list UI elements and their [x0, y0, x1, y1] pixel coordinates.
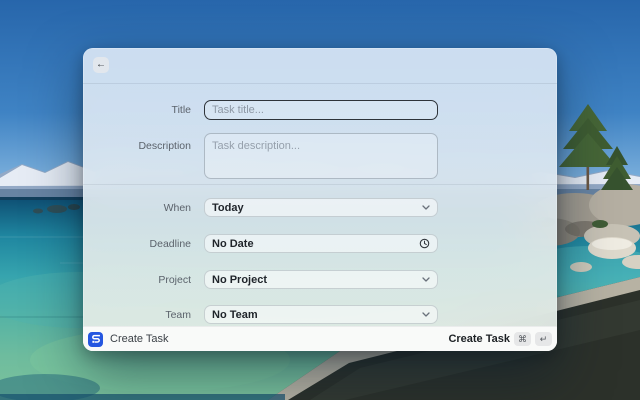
- deadline-select[interactable]: No Date: [204, 234, 438, 253]
- title-row: Title: [83, 99, 557, 120]
- app-logo-icon: [88, 331, 103, 347]
- section-divider: [83, 184, 557, 185]
- project-row: Project No Project: [83, 270, 557, 289]
- chevron-down-icon: [422, 205, 430, 210]
- deadline-row: Deadline No Date: [83, 234, 557, 253]
- team-value: No Team: [212, 308, 258, 321]
- when-label: When: [163, 201, 191, 214]
- chevron-down-icon: [422, 312, 430, 317]
- clock-icon: [419, 238, 430, 249]
- window-footer: Create Task Create Task ⌘ ↵: [83, 326, 557, 351]
- project-select[interactable]: No Project: [204, 270, 438, 289]
- description-label: Description: [138, 140, 191, 152]
- chevron-down-icon: [422, 277, 430, 282]
- task-description-input[interactable]: [204, 133, 438, 179]
- when-row: When Today: [83, 198, 557, 217]
- description-row: Description: [83, 133, 557, 179]
- command-key-icon: ⌘: [514, 332, 531, 346]
- team-row: Team No Team: [83, 305, 557, 324]
- create-task-button[interactable]: Create Task ⌘ ↵: [448, 332, 552, 346]
- team-label: Team: [165, 308, 191, 321]
- when-value: Today: [212, 201, 244, 214]
- when-select[interactable]: Today: [204, 198, 438, 217]
- return-key-icon: ↵: [535, 332, 552, 346]
- create-task-window: ← Title Description When Today: [83, 48, 557, 351]
- team-select[interactable]: No Team: [204, 305, 438, 324]
- back-arrow-icon: ←: [96, 59, 106, 70]
- title-label: Title: [171, 103, 191, 116]
- task-title-input[interactable]: [204, 99, 438, 120]
- deadline-label: Deadline: [149, 237, 191, 250]
- window-header: ←: [83, 48, 557, 84]
- create-task-button-label: Create Task: [448, 333, 510, 345]
- deadline-value: No Date: [212, 237, 254, 250]
- project-label: Project: [158, 273, 191, 286]
- project-value: No Project: [212, 273, 268, 286]
- footer-app-label: Create Task: [110, 333, 169, 345]
- desktop: ← Title Description When Today: [0, 0, 640, 400]
- back-button[interactable]: ←: [93, 57, 109, 73]
